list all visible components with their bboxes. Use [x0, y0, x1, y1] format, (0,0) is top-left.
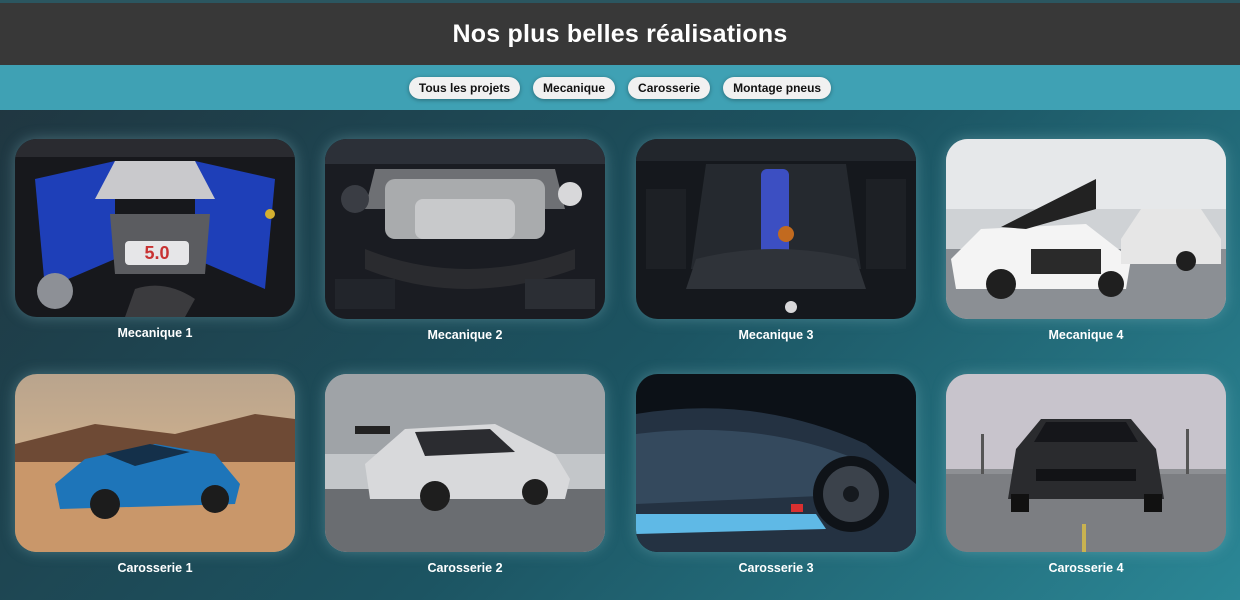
project-image[interactable]	[946, 374, 1226, 552]
project-image[interactable]	[636, 139, 916, 319]
project-card-carosserie-4[interactable]: Carosserie 4	[946, 374, 1226, 575]
project-card-mecanique-4[interactable]: Mecanique 4	[946, 139, 1226, 342]
project-caption: Carosserie 3	[738, 561, 814, 575]
title-bar: Nos plus belles réalisations	[0, 3, 1240, 65]
project-caption: Mecanique 1	[117, 326, 193, 340]
project-image[interactable]	[15, 374, 295, 552]
project-image[interactable]	[636, 374, 916, 552]
project-card-mecanique-1[interactable]: 5.0 Mecanique 1	[15, 139, 295, 340]
projects-grid: 5.0 Mecanique 1 Mecanique 2 Mecanique 3 …	[0, 110, 1240, 600]
project-caption: Mecanique 4	[1048, 328, 1124, 342]
filter-bar: Tous les projets Mecanique Carosserie Mo…	[0, 65, 1240, 110]
project-caption: Mecanique 2	[427, 328, 503, 342]
project-image[interactable]	[325, 374, 605, 552]
project-image[interactable]	[946, 139, 1226, 319]
filter-montage-pneus-button[interactable]: Montage pneus	[723, 76, 832, 99]
project-card-mecanique-3[interactable]: Mecanique 3	[636, 139, 916, 342]
filter-all-projects-button[interactable]: Tous les projets	[408, 76, 521, 99]
project-card-carosserie-3[interactable]: Carosserie 3	[636, 374, 916, 575]
project-caption: Carosserie 1	[117, 561, 193, 575]
project-image[interactable]: 5.0	[15, 139, 295, 317]
project-image[interactable]	[325, 139, 605, 319]
project-card-carosserie-2[interactable]: Carosserie 2	[325, 374, 605, 575]
filter-mecanique-button[interactable]: Mecanique	[533, 76, 616, 99]
project-card-mecanique-2[interactable]: Mecanique 2	[325, 139, 605, 342]
project-caption: Carosserie 4	[1048, 561, 1124, 575]
project-caption: Mecanique 3	[738, 328, 814, 342]
svg-text:5.0: 5.0	[144, 243, 169, 263]
project-card-carosserie-1[interactable]: Carosserie 1	[15, 374, 295, 575]
filter-carosserie-button[interactable]: Carosserie	[628, 76, 711, 99]
page-title: Nos plus belles réalisations	[452, 19, 788, 48]
project-caption: Carosserie 2	[427, 561, 503, 575]
